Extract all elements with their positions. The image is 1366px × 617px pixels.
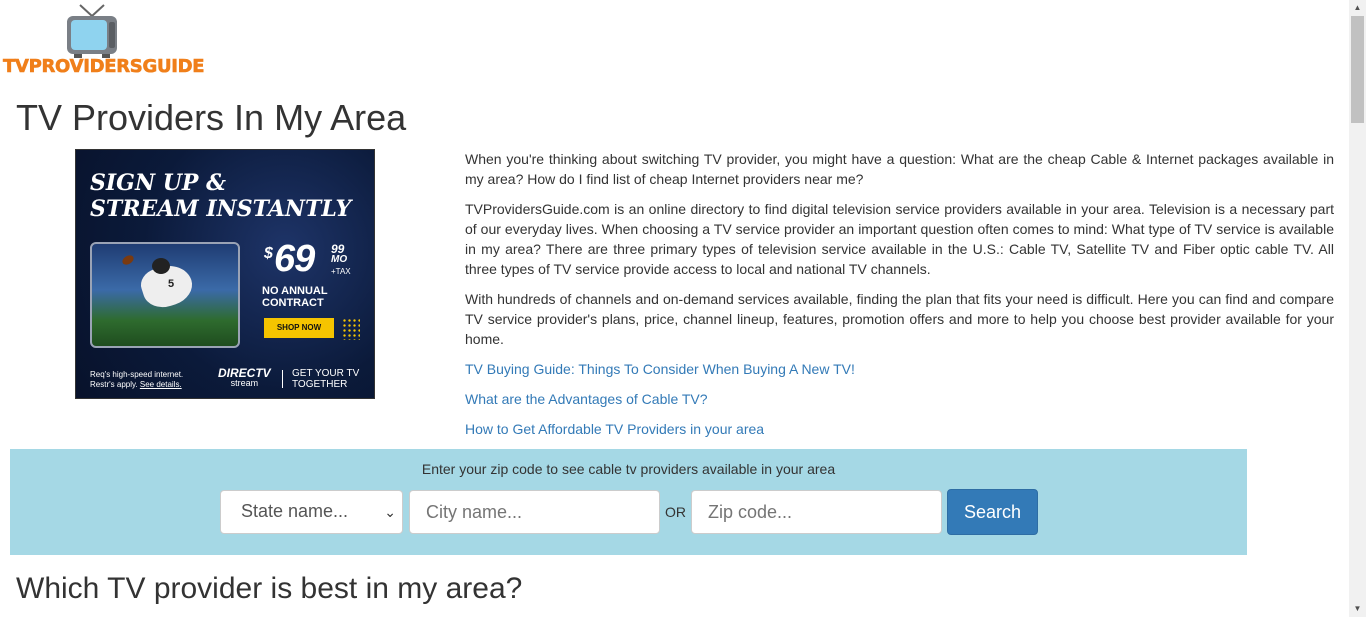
site-logo[interactable]: TVPROVIDERSGUIDE — [2, 2, 205, 78]
price-tax: +TAX — [331, 267, 351, 276]
page-title: TV Providers In My Area — [16, 97, 407, 138]
page-scrollbar[interactable]: ▲ ▼ — [1349, 0, 1366, 617]
scrollbar-thumb[interactable] — [1351, 16, 1364, 123]
section-title: Which TV provider is best in my area? — [16, 572, 523, 605]
directv-ad-banner[interactable]: SIGN UP & STREAM INSTANTLY 5 $ 69 99 MO … — [75, 149, 375, 399]
intro-content: When you're thinking about switching TV … — [465, 149, 1334, 449]
city-input[interactable] — [409, 490, 660, 534]
price-dollar-sign: $ — [264, 245, 273, 262]
intro-paragraph-3: With hundreds of channels and on-demand … — [465, 291, 1334, 347]
tv-icon — [67, 4, 117, 58]
ad-headline-line1: SIGN UP & — [90, 170, 226, 196]
price-period: MO — [331, 254, 348, 265]
see-details-link[interactable]: See details. — [140, 380, 182, 389]
price-value: 69 — [274, 238, 315, 280]
disclaimer-line2: Restr's apply. — [90, 380, 138, 389]
scroll-up-arrow-icon[interactable]: ▲ — [1349, 0, 1366, 16]
ad-headline: SIGN UP & STREAM INSTANTLY — [90, 170, 351, 222]
ad-divider — [282, 370, 283, 388]
tablet-image: 5 — [90, 242, 240, 348]
search-button[interactable]: Search — [947, 489, 1038, 535]
ad-tagline: GET YOUR TV TOGETHER — [292, 368, 360, 390]
disclaimer-line1: Req's high-speed internet. — [90, 370, 184, 379]
chevron-down-icon: ⌄ — [384, 504, 396, 520]
no-contract-text: NO ANNUAL CONTRACT — [262, 285, 328, 309]
tv-buying-guide-link[interactable]: TV Buying Guide: Things To Consider When… — [465, 359, 1334, 379]
intro-paragraph-1: When you're thinking about switching TV … — [465, 151, 1334, 187]
helmet-icon — [152, 258, 170, 274]
provider-search-form: Enter your zip code to see cable tv prov… — [10, 449, 1247, 555]
ad-disclaimer: Req's high-speed internet. Restr's apply… — [90, 370, 200, 390]
search-prompt: Enter your zip code to see cable tv prov… — [421, 461, 836, 477]
directv-logo: DIRECTV stream — [218, 367, 271, 388]
zip-code-input[interactable] — [691, 490, 942, 534]
cable-tv-advantages-link[interactable]: What are the Advantages of Cable TV? — [465, 389, 1334, 409]
or-label: OR — [665, 504, 686, 520]
scroll-down-arrow-icon[interactable]: ▼ — [1349, 601, 1366, 617]
football-icon — [120, 253, 136, 267]
state-select[interactable]: State name... ⌄ — [220, 490, 403, 534]
logo-text: TVPROVIDERSGUIDE — [3, 56, 205, 78]
affordable-providers-link[interactable]: How to Get Affordable TV Providers in yo… — [465, 419, 1334, 439]
jersey-number: 5 — [168, 278, 175, 290]
intro-paragraph-2: TVProvidersGuide.com is an online direct… — [465, 201, 1334, 277]
ad-headline-line2: STREAM INSTANTLY — [90, 196, 352, 222]
dots-decoration — [342, 318, 360, 340]
state-select-value: State name... — [241, 501, 349, 521]
shop-now-button[interactable]: SHOP NOW — [264, 318, 334, 338]
